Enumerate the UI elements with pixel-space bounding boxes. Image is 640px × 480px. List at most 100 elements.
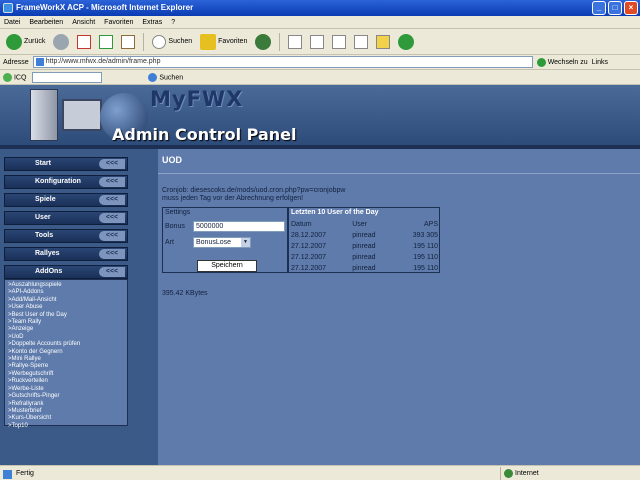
nav-start[interactable]: Start <<< <box>4 157 128 171</box>
nav-rallyes[interactable]: Rallyes <<< <box>4 247 128 261</box>
page-icon <box>3 469 12 479</box>
mail-button[interactable] <box>286 31 304 53</box>
ie-icon <box>3 3 13 13</box>
table-cell: 195 110 <box>413 254 438 261</box>
messenger-icon <box>398 33 415 50</box>
addon-link[interactable]: >UoD <box>8 334 124 341</box>
addon-link[interactable]: >Auszahlungsspiele <box>8 282 124 289</box>
toolbar-separator <box>279 32 281 51</box>
table-header-row: Datum User APS <box>291 219 439 230</box>
acp-banner: MyFWX Admin Control Panel <box>0 85 640 149</box>
addon-link[interactable]: >Werbe-Liste <box>8 386 124 393</box>
go-button[interactable]: Wechseln zu <box>536 57 588 67</box>
addon-link[interactable]: >Ruckverteilen <box>8 378 124 385</box>
addon-link[interactable]: >Team Rally <box>8 319 124 326</box>
table-cell: pinread <box>352 243 376 250</box>
expand-arrows-icon: <<< <box>99 213 125 223</box>
settings-box: Settings Bonus 5000000 Art BonusLose ▼ Sp… <box>162 207 288 273</box>
back-button[interactable]: Zurück <box>4 31 47 53</box>
back-arrow-icon <box>6 33 22 50</box>
addons-list: >Auszahlungsspiele >API-Addons >Add/Mail… <box>4 279 128 429</box>
menu-ansicht[interactable]: Ansicht <box>72 19 95 26</box>
column-header: APS <box>423 221 438 228</box>
addon-link[interactable]: >Add/Mail-Ansicht <box>8 297 124 304</box>
addon-link[interactable]: >Top10 <box>8 423 124 430</box>
bonus-input[interactable]: 5000000 <box>193 221 285 232</box>
expand-arrows-icon: <<< <box>99 159 125 169</box>
search-icon <box>152 34 167 49</box>
icq-link[interactable]: ICQ <box>3 72 26 82</box>
addon-link[interactable]: >API-Addons <box>8 289 124 296</box>
toolbar-separator <box>143 32 145 51</box>
printer-icon <box>310 34 325 49</box>
addon-link[interactable]: >Konto der Gegnern <box>8 349 124 356</box>
favorites-button[interactable]: Favoriten <box>198 31 249 53</box>
stats-header: Letzten 10 User of the Day <box>291 209 379 216</box>
addon-link[interactable]: >Doppelte Accounts prüfen <box>8 341 124 348</box>
search-button[interactable]: Suchen <box>150 31 194 53</box>
home-button[interactable] <box>119 31 137 53</box>
page-icon <box>35 58 44 66</box>
maximize-button[interactable]: □ <box>608 1 622 15</box>
stop-button[interactable] <box>75 31 93 53</box>
pc-tower-graphic <box>30 89 58 141</box>
banner-subtitle: Admin Control Panel <box>112 125 297 144</box>
table-row: 27.12.2007 pinread 195 110 <box>291 252 439 263</box>
addon-link[interactable]: >Rallye-Sperre <box>8 363 124 370</box>
messenger-button[interactable] <box>396 31 416 53</box>
settings-header: Settings <box>165 209 191 216</box>
expand-arrows-icon: <<< <box>99 177 125 187</box>
history-button[interactable] <box>253 31 273 53</box>
nav-konfiguration[interactable]: Konfiguration <<< <box>4 175 128 189</box>
addon-link[interactable]: >Anzeige <box>8 326 124 333</box>
art-row: Art BonusLose ▼ <box>165 237 251 248</box>
menu-datei[interactable]: Datei <box>4 19 20 26</box>
globe-icon <box>504 468 513 478</box>
menu-extras[interactable]: Extras <box>142 19 162 26</box>
addon-link[interactable]: >Gutschrifts-Pinger <box>8 393 124 400</box>
menu-favoriten[interactable]: Favoriten <box>104 19 133 26</box>
table-row: 28.12.2007 pinread 393 305 <box>291 230 439 241</box>
refresh-button[interactable] <box>97 31 115 53</box>
print-button[interactable] <box>308 31 326 53</box>
edit-icon <box>332 34 347 49</box>
minimize-button[interactable]: _ <box>592 1 606 15</box>
edit-button[interactable] <box>330 31 348 53</box>
history-icon <box>255 33 272 50</box>
menu-help[interactable]: ? <box>171 19 175 26</box>
nav-addons[interactable]: AddOns <<< <box>4 265 128 279</box>
art-select[interactable]: BonusLose ▼ <box>193 237 251 248</box>
bonus-label: Bonus <box>165 223 185 230</box>
menu-bearbeiten[interactable]: Bearbeiten <box>29 19 63 26</box>
table-cell: 28.12.2007 <box>291 232 327 239</box>
sidebar: Start <<< Konfiguration <<< Spiele <<< User… <box>4 157 128 429</box>
addon-link[interactable]: >User Abuse <box>8 304 124 311</box>
toolbar-search-input[interactable] <box>32 71 103 83</box>
nav-tools[interactable]: Tools <<< <box>4 229 128 243</box>
cronjob-note: Cronjob: diesescoks.de/mods/uod.cron.php… <box>162 187 346 202</box>
flower-icon <box>3 72 12 82</box>
addon-link[interactable]: >Werbegutschrift <box>8 371 124 378</box>
brand-logo: MyFWX <box>150 87 244 111</box>
refresh-icon <box>99 34 114 49</box>
forward-button[interactable] <box>51 31 71 53</box>
addon-link[interactable]: >Mini Rallye <box>8 356 124 363</box>
art-label: Art <box>165 239 174 246</box>
addon-link[interactable]: >Kurs-Übersicht <box>8 415 124 422</box>
page-size: 395.42 KBytes <box>162 290 208 297</box>
table-cell: 195 110 <box>413 243 438 250</box>
addon-link[interactable]: >Refrallyrank <box>8 401 124 408</box>
addon-link[interactable]: >Best User of the Day <box>8 312 124 319</box>
folder-button[interactable] <box>374 31 392 53</box>
close-button[interactable]: × <box>624 1 638 15</box>
toolbar-search-button[interactable]: Suchen <box>148 72 183 82</box>
nav-spiele[interactable]: Spiele <<< <box>4 193 128 207</box>
discuss-button[interactable] <box>352 31 370 53</box>
menu-bar: Datei Bearbeiten Ansicht Favoriten Extra… <box>0 16 640 29</box>
save-button[interactable]: Speichern <box>197 260 257 272</box>
links-label[interactable]: Links <box>592 59 608 66</box>
expand-arrows-icon: <<< <box>99 267 125 277</box>
nav-user[interactable]: User <<< <box>4 211 128 225</box>
address-input[interactable]: http://www.mfwx.de/admin/frame.php <box>32 56 533 68</box>
address-label: Adresse <box>3 58 29 66</box>
